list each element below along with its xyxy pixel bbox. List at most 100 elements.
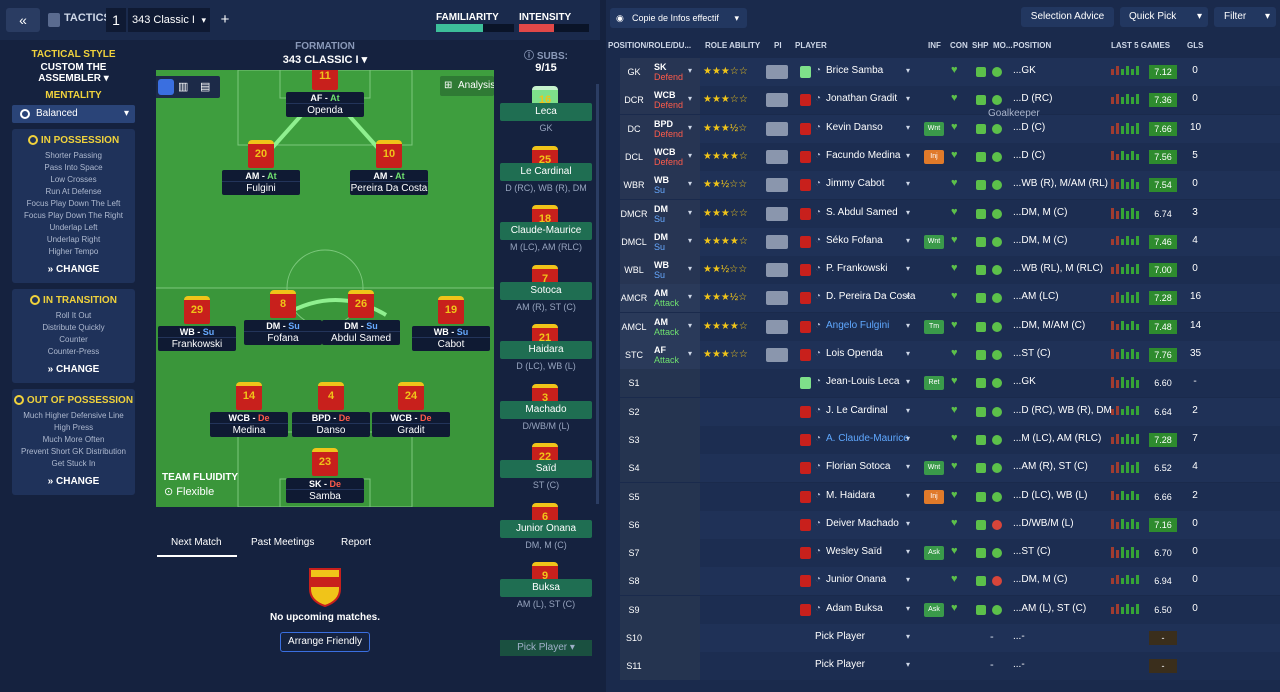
player-role-chip[interactable]: WB - Su Frankowski xyxy=(158,326,236,351)
filter-button[interactable]: Filter ▾ xyxy=(1214,7,1276,27)
column-header[interactable]: SHP xyxy=(972,41,988,50)
chevron-down-icon[interactable]: ▾ xyxy=(688,321,692,330)
pick-player-sub-slot[interactable]: Pick Player ▾ xyxy=(500,640,592,656)
player-instructions-icon[interactable] xyxy=(766,263,788,278)
player-instructions-icon[interactable] xyxy=(766,93,788,108)
chevron-down-icon[interactable]: ▾ xyxy=(906,575,910,584)
player-role-chip[interactable]: WB - Su Cabot xyxy=(412,326,490,351)
player-role-chip[interactable]: SK - De Samba xyxy=(286,478,364,503)
chevron-down-icon[interactable]: ▾ xyxy=(906,66,910,75)
player-name[interactable]: Junior Onana xyxy=(826,574,886,585)
familiarity-bar[interactable] xyxy=(436,24,514,32)
out-of-possession-change-button[interactable]: » CHANGE xyxy=(12,476,135,487)
player-role-chip[interactable]: DM - Su Fofana xyxy=(244,320,322,345)
chevron-down-icon[interactable]: ▾ xyxy=(906,94,910,103)
player-name[interactable]: Jimmy Cabot xyxy=(826,178,884,189)
sub-player-chip[interactable]: Sotoca xyxy=(500,281,592,300)
quick-pick-button[interactable]: Quick Pick ▾ xyxy=(1120,7,1208,27)
player-instructions-icon[interactable] xyxy=(766,348,788,362)
back-button[interactable]: « xyxy=(6,8,40,32)
player-name[interactable]: Deiver Machado xyxy=(826,518,899,529)
in-possession-change-button[interactable]: » CHANGE xyxy=(12,264,135,275)
column-header[interactable]: MO... xyxy=(993,41,1013,50)
squad-row[interactable] xyxy=(620,567,1280,596)
column-header[interactable]: POSITION/ROLE/DU... xyxy=(608,41,691,50)
chevron-down-icon[interactable]: ▾ xyxy=(906,462,910,471)
squad-row[interactable] xyxy=(620,369,1280,398)
column-header[interactable]: CON xyxy=(950,41,968,50)
chevron-down-icon[interactable]: ▾ xyxy=(906,632,910,641)
player-name[interactable]: Kevin Danso xyxy=(826,122,883,133)
sub-player-chip[interactable]: Haidara xyxy=(500,341,592,359)
player-name[interactable]: Adam Buksa xyxy=(826,603,883,614)
player-instructions-icon[interactable] xyxy=(766,319,788,334)
squad-row[interactable] xyxy=(620,454,1280,483)
player-name[interactable]: Lois Openda xyxy=(826,348,883,359)
chevron-down-icon[interactable]: ▾ xyxy=(906,604,910,613)
chevron-down-icon[interactable]: ▾ xyxy=(906,491,910,500)
sub-player-chip[interactable]: Saïd xyxy=(500,460,592,478)
view-dropdown[interactable]: ◉ Copie de Infos effectif ▾ xyxy=(610,8,747,28)
squad-row[interactable] xyxy=(620,425,1280,454)
intensity-bar[interactable] xyxy=(519,24,589,32)
info-badge[interactable]: Tm xyxy=(924,319,944,334)
chevron-down-icon[interactable]: ▾ xyxy=(688,349,692,358)
player-shirt[interactable]: 20 xyxy=(248,140,274,168)
player-name[interactable]: Jonathan Gradit xyxy=(826,93,897,104)
chevron-down-icon[interactable]: ▾ xyxy=(688,208,692,217)
player-shirt[interactable]: 14 xyxy=(236,382,262,410)
player-name[interactable]: Facundo Medina xyxy=(826,150,901,161)
info-badge[interactable]: Ret xyxy=(924,376,944,391)
chevron-down-icon[interactable]: ▾ xyxy=(906,434,910,443)
player-name[interactable]: D. Pereira Da Costa xyxy=(826,291,915,302)
player-shirt[interactable]: 26 xyxy=(348,290,374,318)
player-shirt[interactable]: 23 xyxy=(312,448,338,476)
chevron-down-icon[interactable]: ▾ xyxy=(906,292,910,301)
sub-player-chip[interactable]: Machado xyxy=(500,400,592,419)
column-header[interactable]: PI xyxy=(774,41,782,50)
squad-row[interactable] xyxy=(620,539,1280,568)
chevron-down-icon[interactable]: ▾ xyxy=(906,264,910,273)
chevron-down-icon[interactable]: ▾ xyxy=(688,236,692,245)
clipboard-icon[interactable]: ▤ xyxy=(200,80,210,93)
chevron-down-icon[interactable]: ▾ xyxy=(906,208,910,217)
player-role-chip[interactable]: AM - At Fulgini xyxy=(222,170,300,195)
column-header[interactable]: INF xyxy=(928,41,941,50)
column-header[interactable]: ROLE ABILITY xyxy=(705,41,760,50)
player-name[interactable]: P. Frankowski xyxy=(826,263,888,274)
analysis-button[interactable]: ⊞ Analysis xyxy=(440,76,494,96)
squad-row[interactable] xyxy=(620,510,1280,539)
player-role-chip[interactable]: DM - Su Abdul Samed xyxy=(322,320,400,345)
info-badge[interactable]: Ask xyxy=(924,546,944,561)
squad-row[interactable] xyxy=(620,624,1280,652)
info-badge[interactable]: Wnt xyxy=(924,234,944,249)
column-header[interactable]: GLS xyxy=(1187,41,1203,50)
player-name[interactable]: Florian Sotoca xyxy=(826,461,890,472)
chevron-down-icon[interactable]: ▾ xyxy=(688,151,692,160)
info-badge[interactable]: Inj xyxy=(924,489,944,504)
chevron-down-icon[interactable]: ▾ xyxy=(906,151,910,160)
player-name[interactable]: Pick Player xyxy=(815,631,865,642)
chevron-down-icon[interactable]: ▾ xyxy=(906,406,910,415)
chevron-down-icon[interactable]: ▾ xyxy=(688,66,692,75)
chevron-down-icon[interactable]: ▾ xyxy=(906,179,910,188)
chevron-down-icon[interactable]: ▾ xyxy=(906,519,910,528)
player-instructions-icon[interactable] xyxy=(766,178,788,193)
tactic-selector[interactable]: 343 Classic I ▾ xyxy=(128,8,210,32)
tactical-style-dropdown[interactable]: CUSTOM THE ASSEMBLER ▾ xyxy=(12,62,135,84)
match-tab[interactable]: Next Match xyxy=(171,537,222,548)
player-name[interactable]: A. Claude-Maurice xyxy=(826,433,909,444)
player-role-chip[interactable]: BPD - De Danso xyxy=(292,412,370,437)
sub-player-chip[interactable]: Claude-Maurice xyxy=(500,222,592,240)
subs-scrollbar[interactable] xyxy=(596,84,599,504)
column-header[interactable]: LAST 5 GAMES xyxy=(1111,41,1170,50)
player-name[interactable]: Séko Fofana xyxy=(826,235,883,246)
column-header[interactable]: PLAYER xyxy=(795,41,827,50)
chevron-down-icon[interactable]: ▾ xyxy=(906,349,910,358)
column-header[interactable]: POSITION xyxy=(1013,41,1051,50)
player-instructions-icon[interactable] xyxy=(766,121,788,136)
chevron-down-icon[interactable]: ▾ xyxy=(688,94,692,103)
player-shirt[interactable]: 19 xyxy=(438,296,464,324)
player-instructions-icon[interactable] xyxy=(766,291,788,306)
player-shirt[interactable]: 10 xyxy=(376,140,402,168)
